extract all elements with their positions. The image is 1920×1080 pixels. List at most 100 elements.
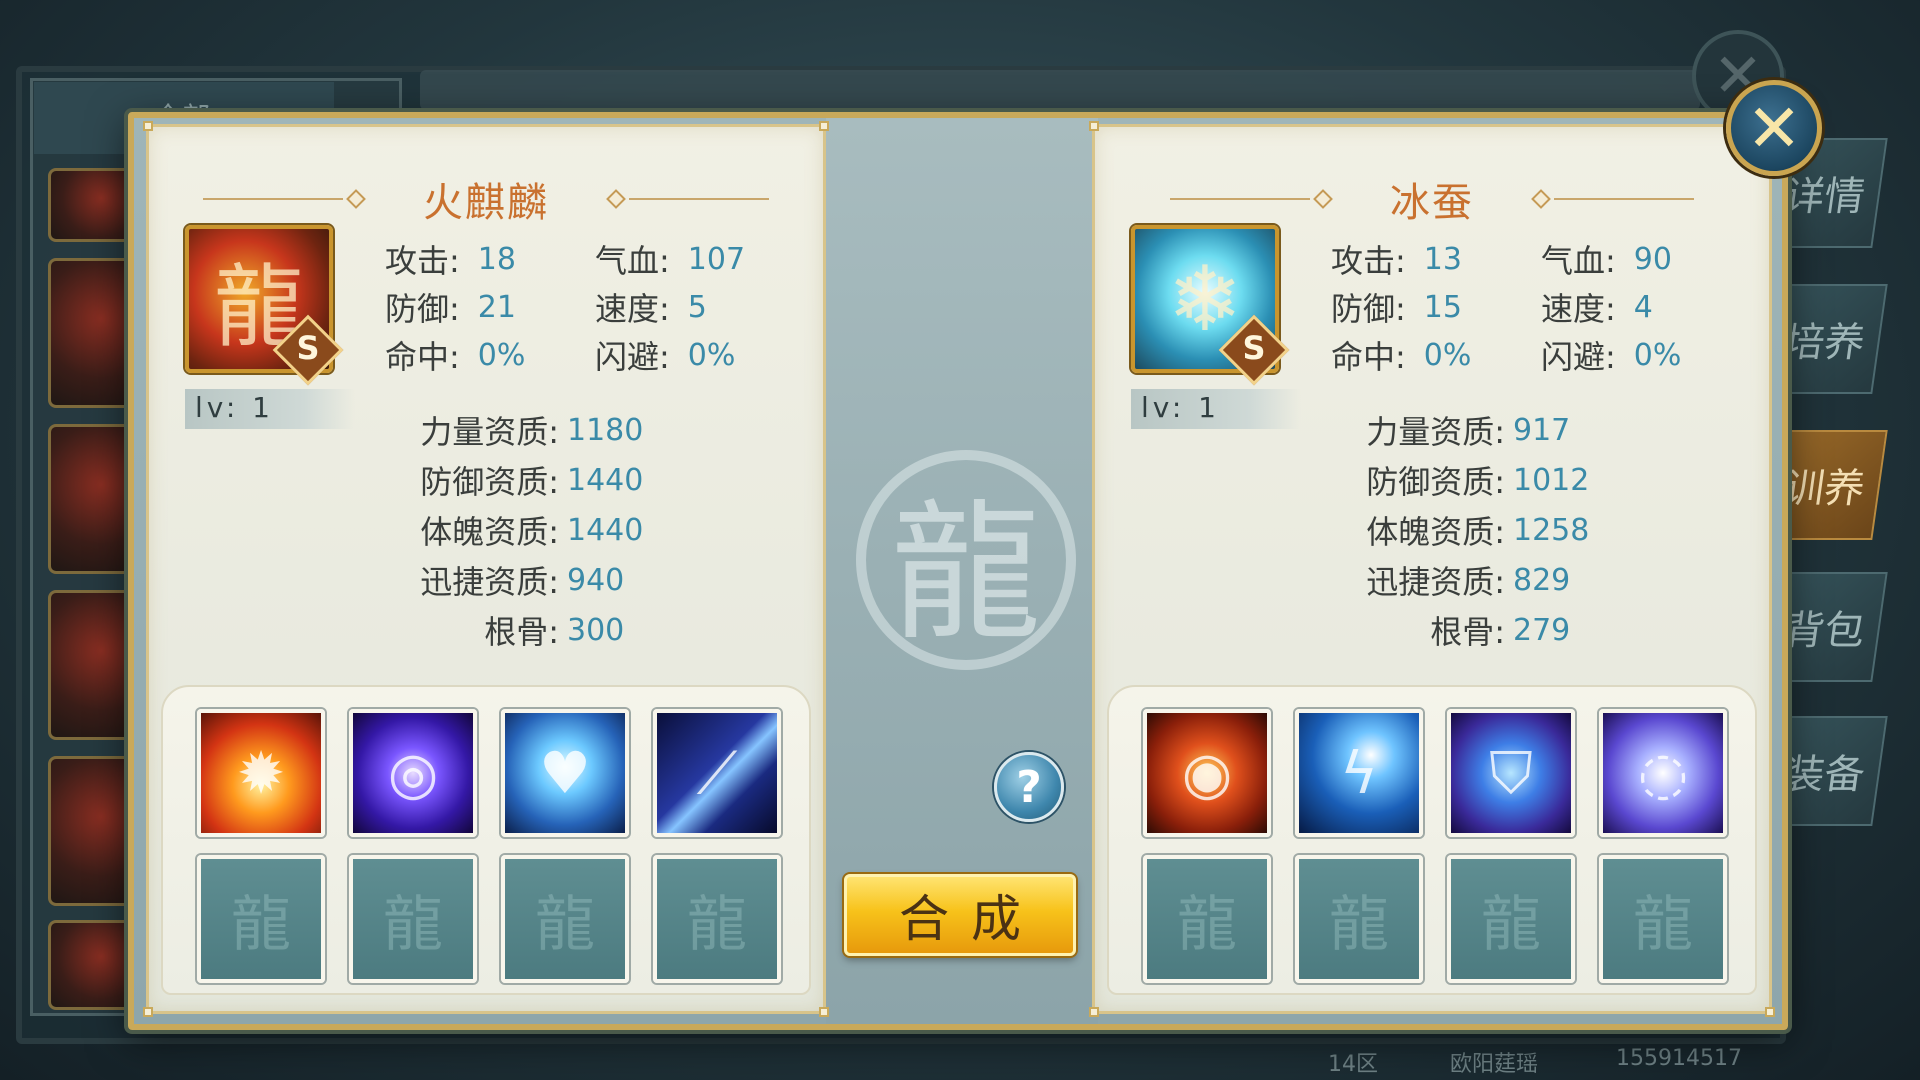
aptitude-value: 1258 — [1513, 512, 1590, 548]
pet-stats: 攻击: 18 气血: 107 防御: 21 速度: 5 命中: 0% 闪避: 0% — [385, 235, 805, 379]
left-pet-panel: 火麒麟 龍 S lv: 1 攻击: 18 气血: 107 防御: 21 速度: 5 命中… — [143, 121, 829, 1017]
stat-label: 攻击: — [1331, 242, 1406, 280]
pet-aptitudes: 力量资质: 1180 防御资质: 1440 体魄资质: 1440 迅捷资质: 940 根… — [379, 405, 799, 655]
aptitude-label: 防御资质: — [1366, 463, 1505, 501]
lava-orb-skill-icon[interactable]: ◉ — [1143, 709, 1271, 837]
water-heart-skill-icon[interactable]: ♥ — [501, 709, 629, 837]
empty-skill-slot[interactable] — [1599, 855, 1727, 983]
stat-value: 21 — [477, 289, 516, 325]
stat-label: 气血: — [595, 242, 670, 280]
stat-label: 命中: — [385, 338, 460, 376]
stat-value: 107 — [687, 241, 746, 277]
pet-portrait[interactable]: 龍 S — [185, 225, 344, 386]
pet-stats: 攻击: 13 气血: 90 防御: 15 速度: 4 命中: 0% 闪避: 0% — [1331, 235, 1751, 379]
stat-value: 90 — [1633, 241, 1672, 277]
skill-tray: ◉ ϟ ⛉ ◌ — [1107, 685, 1757, 995]
skill-tray: ✹ ◎ ♥ ⟋ — [161, 685, 811, 995]
stat-label: 命中: — [1331, 338, 1406, 376]
pet-list-item[interactable] — [48, 168, 138, 242]
stat-value: 0% — [1423, 337, 1472, 373]
stat-value: 0% — [477, 337, 526, 373]
empty-skill-slot[interactable] — [1447, 855, 1575, 983]
aptitude-label: 力量资质: — [420, 413, 559, 451]
close-button[interactable]: ✕ — [1726, 80, 1822, 176]
aptitude-label: 力量资质: — [1366, 413, 1505, 451]
aptitude-label: 迅捷资质: — [1366, 563, 1505, 601]
pet-list-item[interactable] — [48, 424, 138, 574]
stat-label: 闪避: — [1541, 338, 1616, 376]
empty-skill-slot[interactable] — [501, 855, 629, 983]
right-pet-panel: 冰蚕 ❄ S lv: 1 攻击: 13 气血: 90 防御: 15 速度: 4 命中: 0… — [1089, 121, 1775, 1017]
aptitude-label: 防御资质: — [420, 463, 559, 501]
lightning-storm-skill-icon[interactable]: ϟ — [1295, 709, 1423, 837]
help-button[interactable]: ? — [994, 752, 1064, 822]
aptitude-value: 917 — [1513, 412, 1571, 448]
rank-letter: S — [296, 329, 320, 367]
aptitude-label: 迅捷资质: — [420, 563, 559, 601]
stat-value: 0% — [687, 337, 736, 373]
dragon-emblem-icon: 龍 — [856, 450, 1076, 670]
stat-label: 闪避: — [595, 338, 670, 376]
pet-title-row: 冰蚕 — [1095, 169, 1769, 229]
aptitude-value: 1440 — [567, 512, 644, 548]
compose-button[interactable]: 合成 — [844, 874, 1076, 956]
ornament-diamond-icon — [606, 189, 626, 209]
ornament-line — [1554, 198, 1694, 200]
pet-list-item[interactable] — [48, 258, 138, 408]
background-top-bar — [420, 70, 1700, 110]
aptitude-label: 根骨: — [484, 613, 559, 651]
ornament-diamond-icon — [1313, 189, 1333, 209]
blue-shield-skill-icon[interactable]: ⛉ — [1447, 709, 1575, 837]
stat-label: 速度: — [1541, 290, 1616, 328]
pet-level: lv: 1 — [1131, 389, 1301, 429]
pet-level: lv: 1 — [185, 389, 355, 429]
pet-name: 冰蚕 — [1390, 180, 1474, 226]
pet-name: 火麒麟 — [423, 180, 549, 226]
aptitude-value: 829 — [1513, 562, 1571, 598]
flame-burst-skill-icon[interactable]: ✹ — [197, 709, 325, 837]
spirit-orb-skill-icon[interactable]: ◌ — [1599, 709, 1727, 837]
aptitude-label: 根骨: — [1430, 613, 1505, 651]
aptitude-value: 1012 — [1513, 462, 1590, 498]
aptitude-value: 1180 — [567, 412, 644, 448]
footer-server: 14区 — [1328, 1052, 1378, 1077]
stat-label: 防御: — [1331, 290, 1406, 328]
stat-label: 防御: — [385, 290, 460, 328]
stat-value: 18 — [477, 241, 516, 277]
stat-label: 攻击: — [385, 242, 460, 280]
pet-list-item[interactable] — [48, 590, 138, 740]
empty-skill-slot[interactable] — [349, 855, 477, 983]
pet-list-item[interactable] — [48, 756, 138, 906]
aptitude-value: 940 — [567, 562, 625, 598]
empty-skill-slot[interactable] — [1143, 855, 1271, 983]
aptitude-label: 体魄资质: — [1366, 513, 1505, 551]
aptitude-value: 1440 — [567, 462, 644, 498]
stat-value: 15 — [1423, 289, 1462, 325]
stat-value: 5 — [687, 289, 707, 325]
empty-skill-slot[interactable] — [1295, 855, 1423, 983]
pet-aptitudes: 力量资质: 917 防御资质: 1012 体魄资质: 1258 迅捷资质: 829 根骨… — [1325, 405, 1745, 655]
empty-skill-slot[interactable] — [197, 855, 325, 983]
aptitude-label: 体魄资质: — [420, 513, 559, 551]
ornament-line — [1170, 198, 1310, 200]
stat-label: 速度: — [595, 290, 670, 328]
aptitude-value: 300 — [567, 612, 625, 648]
stat-value: 13 — [1423, 241, 1462, 277]
claw-slash-skill-icon[interactable]: ⟋ — [653, 709, 781, 837]
footer-id: 155914517 — [1616, 1046, 1742, 1071]
empty-skill-slot[interactable] — [653, 855, 781, 983]
ornament-line — [203, 198, 343, 200]
ornament-diamond-icon — [1531, 189, 1551, 209]
stat-value: 4 — [1633, 289, 1653, 325]
stat-value: 0% — [1633, 337, 1682, 373]
pet-title-row: 火麒麟 — [149, 169, 823, 229]
purple-vortex-skill-icon[interactable]: ◎ — [349, 709, 477, 837]
stat-label: 气血: — [1541, 242, 1616, 280]
ornament-line — [629, 198, 769, 200]
footer-player: 欧阳莛瑶 — [1450, 1052, 1539, 1077]
rank-letter: S — [1242, 329, 1266, 367]
pet-portrait[interactable]: ❄ S — [1131, 225, 1290, 386]
pet-list-item[interactable] — [48, 920, 138, 1010]
aptitude-value: 279 — [1513, 612, 1571, 648]
ornament-diamond-icon — [346, 189, 366, 209]
